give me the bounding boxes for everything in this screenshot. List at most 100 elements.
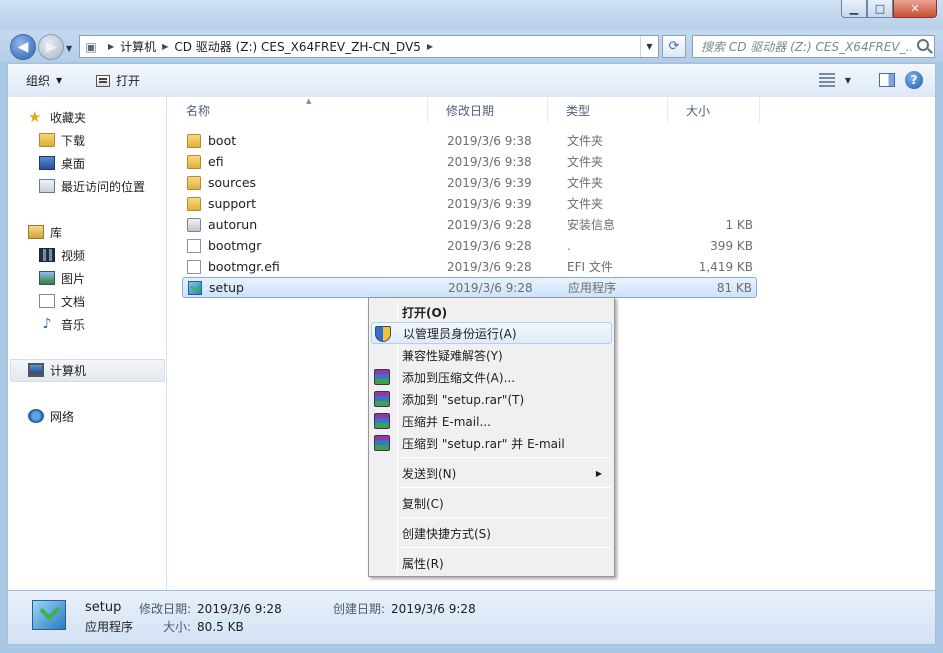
column-header-date[interactable]: 修改日期 [428, 97, 548, 123]
menu-item-add-archive[interactable]: 添加到压缩文件(A)... [371, 366, 612, 388]
nav-item-pictures[interactable]: 图片 [39, 268, 85, 288]
column-header-name[interactable]: 名称 [168, 97, 428, 123]
file-row-setup[interactable]: setup 2019/3/6 9:28 应用程序 81 KB [182, 277, 757, 298]
details-created-label: 创建日期: [333, 602, 386, 616]
chevron-right-icon[interactable]: ▶ [108, 42, 114, 51]
menu-item-troubleshoot[interactable]: 兼容性疑难解答(Y) [371, 344, 612, 366]
column-header-type[interactable]: 类型 [548, 97, 668, 123]
preview-pane-icon[interactable] [879, 73, 895, 87]
menu-separator [400, 457, 611, 458]
network-icon [28, 409, 44, 423]
menu-item-compress-setup-email[interactable]: 压缩到 "setup.rar" 并 E-mail [371, 432, 612, 454]
menu-item-label: 打开(O) [402, 305, 448, 320]
file-type: 文件夹 [567, 197, 604, 211]
file-name: sources [208, 175, 257, 190]
search-box[interactable] [692, 35, 935, 58]
organize-button[interactable]: 组织 ▼ [26, 72, 62, 89]
menu-item-run-as-admin[interactable]: 以管理员身份运行(A) [371, 322, 612, 344]
minimize-button[interactable]: ▁ [841, 0, 867, 18]
menu-item-properties[interactable]: 属性(R) [371, 552, 612, 574]
nav-item-label: 桌面 [61, 156, 86, 171]
menu-item-add-setup-rar[interactable]: 添加到 "setup.rar"(T) [371, 388, 612, 410]
nav-item-label: 文档 [61, 294, 86, 309]
help-icon[interactable]: ? [905, 71, 923, 89]
search-input[interactable] [701, 39, 911, 54]
winrar-icon [374, 369, 390, 385]
file-name: efi [208, 154, 224, 169]
command-bar: 组织 ▼ 打开 ▼ ? [7, 63, 936, 97]
nav-item-downloads[interactable]: 下载 [39, 130, 85, 150]
recent-pages-dropdown[interactable]: ▼ [66, 44, 72, 53]
nav-computer[interactable]: 计算机 [28, 360, 86, 380]
views-icon[interactable] [818, 73, 835, 87]
address-dropdown[interactable]: ▼ [640, 36, 658, 57]
details-size-label: 大小: [163, 620, 192, 634]
file-row-sources[interactable]: sources 2019/3/6 9:39 文件夹 [182, 172, 757, 193]
navigation-pane[interactable]: ★ 收藏夹 下载 桌面 最近访问的位置 库 视频 图片 文档 ♪ 音乐 计算机 … [8, 97, 167, 590]
nav-network[interactable]: 网络 [28, 406, 74, 426]
file-date: 2019/3/6 9:38 [447, 133, 532, 148]
menu-item-send-to[interactable]: 发送到(N) ▶ [371, 462, 612, 484]
file-row-autorun[interactable]: autorun 2019/3/6 9:28 安装信息 1 KB [182, 214, 757, 235]
column-size-label: 大小 [686, 103, 711, 118]
nav-item-desktop[interactable]: 桌面 [39, 153, 85, 173]
libraries-icon [28, 225, 44, 239]
file-row-support[interactable]: support 2019/3/6 9:39 文件夹 [182, 193, 757, 214]
menu-separator [400, 487, 611, 488]
nav-favorites[interactable]: ★ 收藏夹 [28, 107, 86, 127]
setup-app-icon [32, 600, 66, 630]
details-created: 创建日期: 2019/3/6 9:28 [333, 600, 476, 617]
menu-item-label: 添加到 "setup.rar"(T) [402, 392, 525, 407]
computer-icon: ▣ [85, 39, 97, 54]
file-row-bootmgr[interactable]: bootmgr 2019/3/6 9:28 . 399 KB [182, 235, 757, 256]
nav-item-label: 最近访问的位置 [61, 179, 146, 194]
breadcrumb-computer[interactable]: 计算机 [120, 38, 156, 55]
nav-item-documents[interactable]: 文档 [39, 291, 85, 311]
file-row-bootmgr-efi[interactable]: bootmgr.efi 2019/3/6 9:28 EFI 文件 1,419 K… [182, 256, 757, 277]
chevron-right-icon: ▶ [595, 468, 602, 478]
menu-item-open[interactable]: 打开(O) [371, 301, 612, 323]
file-date: 2019/3/6 9:28 [447, 238, 532, 253]
file-size: 1,419 KB [698, 259, 753, 274]
chevron-right-icon[interactable]: ▶ [427, 42, 433, 51]
maximize-button[interactable]: □ [867, 0, 893, 18]
breadcrumb-cd-drive[interactable]: CD 驱动器 (Z:) CES_X64FREV_ZH-CN_DV5 [174, 38, 421, 55]
menu-item-create-shortcut[interactable]: 创建快捷方式(S) [371, 522, 612, 544]
menu-separator [400, 517, 611, 518]
file-type: 文件夹 [567, 155, 604, 169]
menu-item-copy[interactable]: 复制(C) [371, 492, 612, 514]
file-row-boot[interactable]: boot 2019/3/6 9:38 文件夹 [182, 130, 757, 151]
menu-item-compress-email[interactable]: 压缩并 E-mail... [371, 410, 612, 432]
nav-item-recent[interactable]: 最近访问的位置 [39, 176, 145, 196]
close-button[interactable]: ✕ [893, 0, 937, 18]
views-dropdown[interactable]: ▼ [845, 76, 851, 85]
file-row-efi[interactable]: efi 2019/3/6 9:38 文件夹 [182, 151, 757, 172]
column-name-label: 名称 [186, 103, 211, 118]
nav-libraries[interactable]: 库 [28, 222, 62, 242]
file-date: 2019/3/6 9:28 [447, 259, 532, 274]
winrar-icon [374, 391, 390, 407]
menu-item-label: 压缩并 E-mail... [402, 414, 491, 429]
open-button[interactable]: 打开 [96, 72, 140, 89]
search-icon[interactable] [917, 39, 929, 51]
window-controls: ▁ □ ✕ [841, 0, 937, 18]
file-type: 文件夹 [567, 134, 604, 148]
menu-item-label: 发送到(N) [402, 466, 457, 481]
refresh-icon: ⟳ [668, 39, 680, 54]
details-modified-label: 修改日期: [139, 602, 192, 616]
file-icon [187, 238, 201, 253]
folder-icon [187, 133, 201, 148]
open-label: 打开 [116, 74, 141, 88]
menu-separator [400, 547, 611, 548]
menu-item-label: 属性(R) [402, 556, 444, 571]
refresh-button[interactable]: ⟳ [662, 35, 686, 58]
address-bar[interactable]: ▣ ▶ 计算机 ▶ CD 驱动器 (Z:) CES_X64FREV_ZH-CN_… [79, 35, 659, 58]
chevron-right-icon[interactable]: ▶ [162, 42, 168, 51]
forward-button[interactable]: ▶ [38, 34, 64, 60]
file-name: boot [208, 133, 237, 148]
column-header-size[interactable]: 大小 [668, 97, 760, 123]
back-button[interactable]: ◀ [10, 34, 36, 60]
computer-icon [28, 363, 44, 377]
nav-item-music[interactable]: ♪ 音乐 [39, 314, 85, 334]
nav-item-videos[interactable]: 视频 [39, 245, 85, 265]
